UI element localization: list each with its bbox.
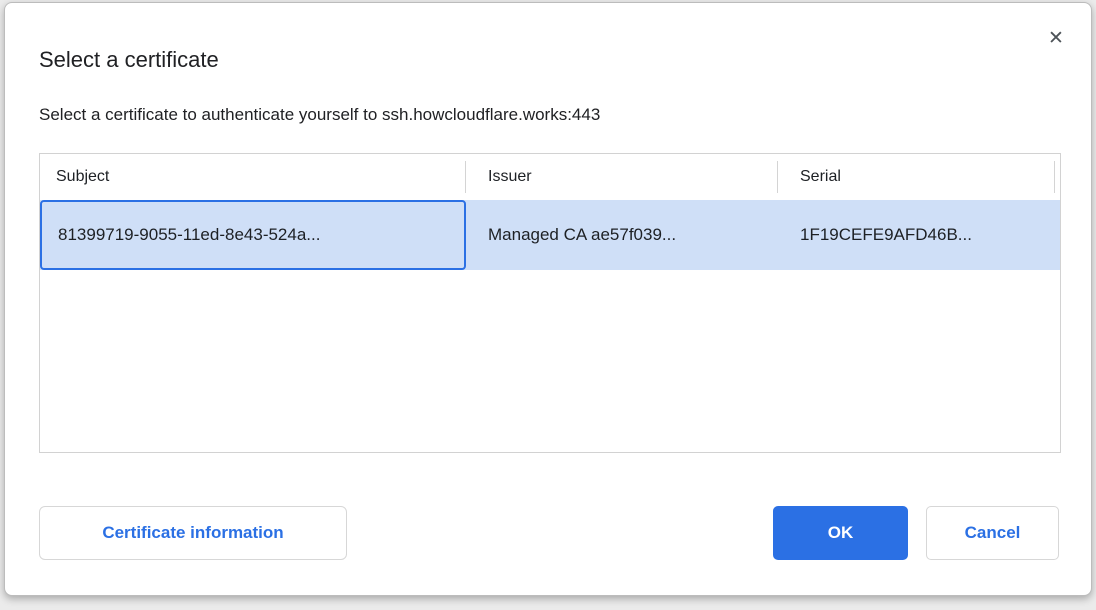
dialog-title: Select a certificate — [39, 47, 219, 73]
column-header-serial: Serial — [778, 154, 1055, 200]
column-header-issuer: Issuer — [466, 154, 778, 200]
column-header-spacer — [1055, 154, 1060, 200]
certificate-select-dialog: ✕ Select a certificate Select a certific… — [4, 2, 1092, 596]
cell-serial: 1F19CEFE9AFD46B... — [778, 200, 1055, 270]
ok-button[interactable]: OK — [773, 506, 908, 560]
column-header-label: Serial — [800, 168, 841, 186]
certificate-information-button[interactable]: Certificate information — [39, 506, 347, 560]
column-header-subject: Subject — [40, 154, 466, 200]
close-button[interactable]: ✕ — [1041, 23, 1071, 53]
certificate-table: Subject Issuer Serial 81399719-9055-11ed… — [39, 153, 1061, 453]
cell-issuer: Managed CA ae57f039... — [466, 200, 778, 270]
close-icon: ✕ — [1048, 29, 1064, 48]
column-header-label: Issuer — [488, 168, 532, 186]
cell-subject: 81399719-9055-11ed-8e43-524a... — [40, 200, 466, 270]
dialog-subtitle: Select a certificate to authenticate you… — [39, 105, 600, 125]
column-header-label: Subject — [56, 168, 109, 186]
certificate-row-selected[interactable]: 81399719-9055-11ed-8e43-524a... Managed … — [40, 200, 1060, 270]
cancel-button[interactable]: Cancel — [926, 506, 1059, 560]
table-header: Subject Issuer Serial — [40, 154, 1060, 200]
